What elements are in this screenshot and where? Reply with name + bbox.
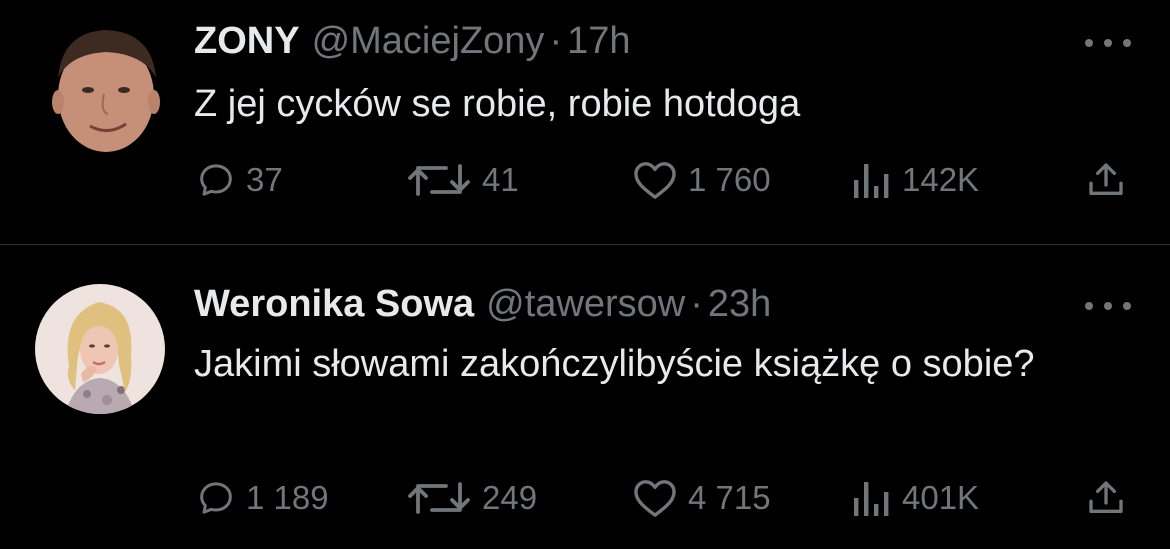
display-name[interactable]: Weronika Sowa	[194, 280, 474, 328]
heart-icon	[634, 480, 676, 517]
tweet-header: Weronika Sowa @tawersow · 23h	[194, 280, 771, 328]
more-options-button[interactable]	[1085, 34, 1131, 52]
share-upload-icon	[1089, 163, 1123, 195]
user-handle[interactable]: @MaciejZony	[312, 17, 545, 65]
user-handle[interactable]: @tawersow	[486, 280, 685, 328]
tweet[interactable]: ZONY @MaciejZony · 17h Z jej cycków se r…	[0, 0, 1170, 244]
reply-button[interactable]: 1 189	[196, 478, 329, 518]
reply-bubble-icon	[200, 482, 232, 514]
like-button[interactable]: 1 760	[632, 160, 771, 200]
repost-button[interactable]: 41	[406, 160, 519, 200]
views-count: 142K	[902, 161, 980, 198]
more-dot	[1123, 302, 1131, 310]
share-button[interactable]	[1086, 478, 1126, 518]
female-avatar-photo-icon	[35, 284, 165, 414]
like-count: 1 760	[688, 161, 771, 198]
views-button[interactable]: 142K	[850, 160, 979, 200]
more-options-button[interactable]	[1085, 297, 1131, 315]
tweet-text: Z jej cycków se robie, robie hotdoga	[194, 83, 801, 125]
more-dots-icon	[1085, 302, 1093, 310]
more-dots-icon	[1085, 39, 1093, 47]
like-button[interactable]: 4 715	[632, 478, 771, 518]
reply-count: 1 189	[246, 479, 329, 516]
avatar[interactable]	[35, 284, 165, 414]
avatar[interactable]	[48, 20, 164, 154]
views-button[interactable]: 401K	[850, 478, 979, 518]
reply-bubble-icon	[200, 164, 232, 196]
repost-arrows-icon	[408, 482, 470, 514]
more-dot	[1104, 39, 1112, 47]
views-bar-chart-icon	[854, 482, 889, 516]
repost-count: 41	[482, 161, 519, 198]
share-upload-icon	[1089, 481, 1123, 513]
tweet[interactable]: Weronika Sowa @tawersow · 23h Jakimi sło…	[0, 245, 1170, 549]
tweet-header: ZONY @MaciejZony · 17h	[194, 17, 631, 65]
share-button[interactable]	[1086, 160, 1126, 200]
repost-count: 249	[482, 479, 538, 516]
separator-dot: ·	[690, 283, 703, 325]
heart-icon	[634, 162, 676, 199]
timestamp[interactable]: 17h	[567, 17, 630, 65]
more-dot	[1123, 39, 1131, 47]
views-count: 401K	[902, 479, 980, 516]
more-dot	[1104, 302, 1112, 310]
male-avatar-photo-icon	[48, 20, 164, 154]
views-bar-chart-icon	[854, 164, 889, 198]
tweet-text: Jakimi słowami zakończylibyście książkę …	[194, 343, 1035, 385]
reply-button[interactable]: 37	[196, 160, 283, 200]
repost-arrows-icon	[408, 164, 470, 196]
like-count: 4 715	[688, 479, 771, 516]
display-name[interactable]: ZONY	[194, 17, 300, 65]
timestamp[interactable]: 23h	[708, 280, 771, 328]
separator-dot: ·	[549, 20, 563, 62]
repost-button[interactable]: 249	[406, 478, 537, 518]
reply-count: 37	[246, 161, 283, 198]
